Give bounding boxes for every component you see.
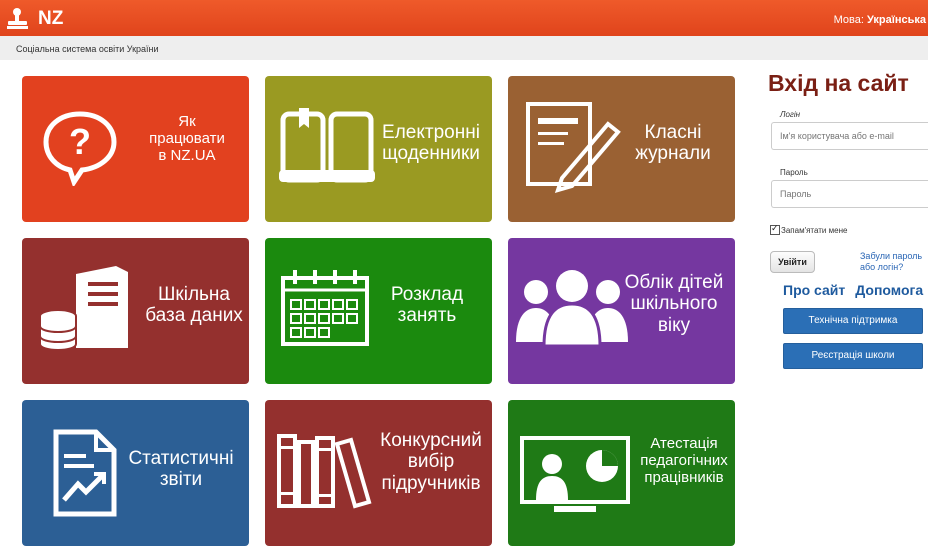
question-bubble-icon: ? xyxy=(43,111,117,186)
register-school-button[interactable]: Реєстрація школи xyxy=(783,343,923,369)
login-field-label: Логін xyxy=(780,110,801,119)
login-title: Вхід на сайт xyxy=(768,70,909,96)
login-button[interactable]: Увійти xyxy=(770,251,815,273)
support-button[interactable]: Технічна підтримка xyxy=(783,308,923,334)
forgot-password-link[interactable]: Забули пароль або логін? xyxy=(860,251,928,273)
login-panel: Вхід на сайт Логін Пароль Запам'ятати ме… xyxy=(768,70,928,380)
report-chart-icon xyxy=(53,429,117,517)
tile-label: Облік дітей шкільного віку xyxy=(624,272,724,336)
logo-text: NZ xyxy=(38,8,64,29)
site-tagline: Соціальна система освіти України xyxy=(16,44,159,54)
info-links: Про сайт Допомога xyxy=(783,282,928,298)
tile-e-diaries[interactable]: Електронні щоденники xyxy=(265,76,492,222)
language-selector[interactable]: Мова: Українська xyxy=(834,14,926,26)
remember-checkbox[interactable] xyxy=(770,223,780,235)
sub-header: Соціальна система освіти України xyxy=(0,36,928,60)
about-link[interactable]: Про сайт xyxy=(783,282,845,298)
tile-class-journals[interactable]: Класні журнали xyxy=(508,76,735,222)
password-field-label: Пароль xyxy=(780,168,808,177)
calendar-icon xyxy=(281,270,369,346)
svg-text:?: ? xyxy=(69,121,91,162)
tile-label: Шкільна база даних xyxy=(145,284,243,327)
tile-label: Конкурсний вибір підручників xyxy=(380,430,482,494)
presentation-teacher-icon xyxy=(520,436,630,512)
tile-label: Статистичні звіти xyxy=(128,448,234,491)
tile-label: Розклад занять xyxy=(390,284,464,327)
language-value[interactable]: Українська xyxy=(867,14,926,26)
remember-me[interactable]: Запам'ятати мене xyxy=(770,223,848,235)
tile-how-to-work[interactable]: ? Як працювати в NZ.UA xyxy=(22,76,249,222)
database-server-icon xyxy=(39,266,128,351)
tile-statistical-reports[interactable]: Статистичні звіти xyxy=(22,400,249,546)
tile-schedule[interactable]: Розклад занять xyxy=(265,238,492,384)
stamp-logo-icon xyxy=(7,8,28,29)
tile-label: Електронні щоденники xyxy=(382,122,480,165)
tile-label: Як працювати в NZ.UA xyxy=(149,113,225,164)
password-input[interactable] xyxy=(771,180,928,208)
help-link[interactable]: Допомога xyxy=(855,282,923,298)
tile-label: Класні журнали xyxy=(635,122,711,165)
people-group-icon xyxy=(516,270,628,348)
books-icon xyxy=(277,434,372,509)
tile-teacher-attestation[interactable]: Атестація педагогічних працівників xyxy=(508,400,735,546)
login-input[interactable] xyxy=(771,122,928,150)
top-bar: NZ Мова: Українська xyxy=(0,0,928,36)
tile-children-records[interactable]: Облік дітей шкільного віку xyxy=(508,238,735,384)
tile-textbook-selection[interactable]: Конкурсний вибір підручників xyxy=(265,400,492,546)
language-label: Мова: xyxy=(833,14,864,26)
tile-label: Атестація педагогічних працівників xyxy=(640,435,728,486)
open-book-icon xyxy=(279,108,375,183)
site-logo[interactable]: NZ xyxy=(6,7,63,31)
document-pencil-icon xyxy=(526,102,621,193)
tile-school-database[interactable]: Шкільна база даних xyxy=(22,238,249,384)
remember-label: Запам'ятати мене xyxy=(781,225,848,235)
